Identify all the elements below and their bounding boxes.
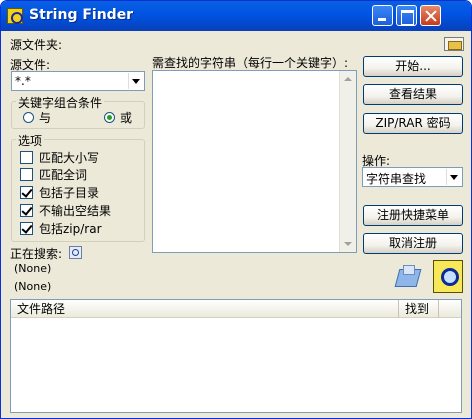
checkbox-subdirectories[interactable] [20, 186, 33, 199]
unregister-button[interactable]: 取消注册 [363, 233, 463, 254]
checkbox-subdirectories-label[interactable]: 包括子目录 [39, 184, 99, 201]
browse-folder-button[interactable] [444, 37, 464, 51]
search-strings-label: 需查找的字符串（每行一个关键字）: [152, 56, 349, 70]
search-files-icon [393, 263, 425, 293]
checkbox-include-zip-rar-label[interactable]: 包括zip/rar [39, 220, 102, 237]
checkbox-no-empty-results[interactable] [20, 204, 33, 217]
radio-or-label[interactable]: 或 [120, 109, 132, 126]
view-results-button[interactable]: 查看结果 [363, 84, 463, 105]
search-status-icon [69, 246, 82, 259]
column-header-file-path[interactable]: 文件路径 [11, 300, 399, 318]
close-button[interactable] [420, 5, 441, 26]
status-line-1: (None) [14, 262, 52, 275]
maximize-button[interactable] [396, 5, 417, 26]
results-table[interactable]: 文件路径 找到 [10, 299, 462, 413]
source-file-combo[interactable]: *.* [11, 71, 145, 91]
operation-value: 字符串查找 [366, 172, 427, 186]
checkbox-match-case[interactable] [20, 151, 33, 164]
checkbox-match-case-label[interactable]: 匹配大小写 [39, 149, 99, 166]
start-button[interactable]: 开始... [363, 56, 463, 77]
radio-or[interactable] [104, 112, 115, 123]
radio-and-label[interactable]: 与 [39, 109, 51, 126]
options-title: 选项 [16, 132, 45, 149]
scroll-down-icon[interactable] [340, 235, 356, 252]
zip-password-button[interactable]: ZIP/RAR 密码 [363, 113, 463, 134]
checkbox-no-empty-results-label[interactable]: 不输出空结果 [39, 202, 111, 219]
results-table-header: 文件路径 找到 [11, 300, 461, 318]
window-title: String Finder [29, 7, 134, 23]
checkbox-whole-word-label[interactable]: 匹配全词 [39, 166, 87, 183]
chevron-down-icon[interactable] [128, 73, 143, 89]
minimize-button[interactable] [372, 5, 393, 26]
operation-combo[interactable]: 字符串查找 [362, 167, 463, 187]
chevron-down-icon[interactable] [446, 169, 461, 185]
column-header-found[interactable]: 找到 [399, 300, 439, 318]
source-folder-label: 源文件夹: [10, 38, 63, 52]
title-bar[interactable]: String Finder [1, 1, 471, 31]
register-menu-button[interactable]: 注册快捷菜单 [363, 205, 463, 226]
status-line-2: (None) [14, 280, 52, 293]
checkbox-whole-word[interactable] [20, 168, 33, 181]
keyword-combination-title: 关键字组合条件 [16, 94, 105, 111]
search-strings-input[interactable] [152, 70, 357, 253]
checkbox-include-zip-rar[interactable] [20, 222, 33, 235]
radio-and[interactable] [23, 112, 34, 123]
app-window: String Finder 源文件夹: 源文件: *.* 关键字组合条件 与 或… [0, 0, 472, 419]
magnifier-document-icon [433, 260, 463, 293]
app-icon [7, 8, 23, 24]
source-file-value: *.* [15, 74, 31, 88]
vertical-scrollbar[interactable] [339, 71, 356, 252]
scroll-up-icon[interactable] [340, 71, 356, 88]
status-label: 正在搜索: [10, 247, 63, 261]
